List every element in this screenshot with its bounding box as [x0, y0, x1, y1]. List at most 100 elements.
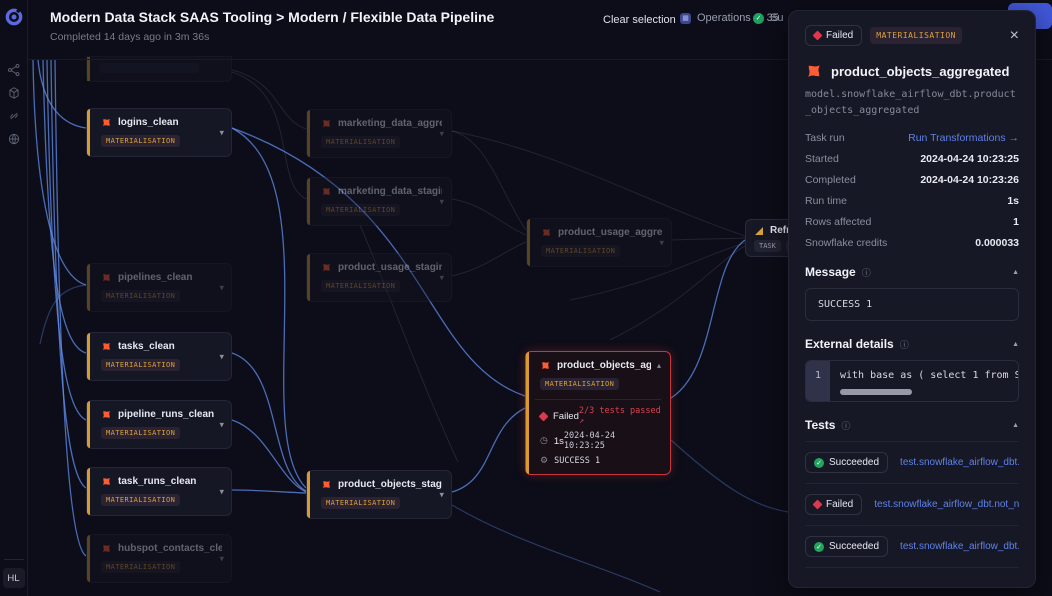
dbt-icon	[99, 407, 115, 423]
dbt-icon	[99, 115, 115, 131]
node-product-usage-aggregated[interactable]: product_usage_aggregated ▾ MATERIALISATI…	[526, 218, 672, 267]
horizontal-scrollbar[interactable]	[840, 389, 912, 395]
test-link[interactable]: test.snowflake_airflow_dbt.not_null_pr	[874, 499, 1019, 510]
dbt-icon	[99, 541, 115, 557]
chevron-down-icon[interactable]: ▾	[219, 553, 224, 564]
collapse-icon[interactable]: ▲	[1012, 341, 1019, 348]
collapse-icon[interactable]: ▲	[1012, 269, 1019, 276]
chevron-up-icon[interactable]: ▴	[657, 361, 661, 370]
detail-value: 0.000033	[975, 237, 1019, 249]
dbt-icon	[319, 116, 335, 132]
sidebar: HL	[0, 0, 28, 596]
node-label: pipeline_runs_clean	[118, 409, 214, 420]
chevron-down-icon[interactable]: ▾	[439, 196, 444, 207]
node-status: Failed	[553, 411, 579, 422]
detail-label: Started	[805, 153, 839, 165]
close-icon[interactable]: ×	[1010, 28, 1019, 44]
clear-selection-button[interactable]: Clear selection	[603, 14, 676, 26]
sidebar-divider	[4, 559, 24, 560]
failed-diamond-icon	[539, 411, 549, 421]
materialisation-badge: MATERIALISATION	[540, 378, 619, 390]
node-label: logins_clean	[118, 117, 179, 128]
detail-label: Rows affected	[805, 216, 871, 228]
node-timestamp: 2024-04-24 10:23:25	[564, 431, 661, 451]
collapse-icon[interactable]: ▲	[1012, 422, 1019, 429]
materialisation-badge: MATERIALISATION	[101, 427, 180, 439]
node-task-runs-clean[interactable]: task_runs_clean ▾ MATERIALISATION	[86, 467, 232, 516]
run-status-subtitle: Completed 14 days ago in 3m 36s	[50, 31, 209, 43]
materialisation-badge: MATERIALISATION	[321, 204, 400, 216]
node-marketing-data-staging[interactable]: marketing_data_staging ▾ MATERIALISATION	[306, 177, 452, 226]
node-product-usage-staging[interactable]: product_usage_staging ▾ MATERIALISATION	[306, 253, 452, 302]
chevron-down-icon[interactable]: ▾	[439, 489, 444, 500]
failed-diamond-icon	[813, 31, 823, 41]
node-label: hubspot_contacts_clean	[118, 543, 222, 554]
tests-summary-link[interactable]: 2/3 tests passed ↗	[579, 406, 661, 426]
test-row: Failed test.snowflake_airflow_dbt.not_nu…	[805, 484, 1019, 526]
node-tasks-clean[interactable]: tasks_clean ▾ MATERIALISATION	[86, 332, 232, 381]
chevron-down-icon[interactable]: ▾	[659, 237, 664, 248]
chevron-down-icon[interactable]: ▾	[219, 486, 224, 497]
tests-heading: Tests	[805, 418, 835, 432]
check-circle-icon: ✓	[753, 13, 764, 24]
materialisation-badge: MATERIALISATION	[321, 280, 400, 292]
detail-label: Task run	[805, 132, 845, 144]
task-badge: TASK	[754, 240, 781, 252]
user-avatar[interactable]: HL	[3, 568, 25, 588]
gear-icon: ⚙	[540, 456, 548, 466]
operations-icon: ▦	[680, 13, 691, 24]
node-product-objects-staging[interactable]: product_objects_staging ▾ MATERIALISATIO…	[306, 470, 452, 519]
info-icon[interactable]: ⓘ	[841, 419, 850, 432]
chevron-down-icon[interactable]: ▾	[219, 351, 224, 362]
test-link[interactable]: test.snowflake_airflow_dbt.unique_pro	[900, 457, 1019, 468]
detail-label: Run time	[805, 195, 847, 207]
info-icon[interactable]: ⓘ	[862, 266, 871, 279]
globe-icon[interactable]	[7, 132, 21, 146]
materialisation-badge: MATERIALISATION	[101, 290, 180, 302]
test-link[interactable]: test.snowflake_airflow_dbt.not_null_pr	[900, 541, 1019, 552]
chevron-down-icon[interactable]: ▾	[219, 419, 224, 430]
node-label: pipelines_clean	[118, 272, 192, 283]
details-panel: Failed MATERIALISATION × product_objects…	[788, 10, 1036, 588]
succeeded-filter-chip[interactable]: ✓ Su	[753, 12, 783, 24]
node-label: product_usage_aggregated	[558, 227, 662, 238]
succeeded-label: Su	[770, 12, 783, 24]
detail-value: 2024-04-24 10:23:26	[920, 174, 1019, 186]
chevron-down-icon[interactable]: ▾	[219, 282, 224, 293]
test-status-badge: ✓ Succeeded	[805, 536, 888, 557]
link-icon[interactable]	[7, 109, 21, 123]
node-logins-clean[interactable]: logins_clean ▾ MATERIALISATION	[86, 108, 232, 157]
chevron-down-icon[interactable]: ▾	[439, 128, 444, 139]
node-label: marketing_data_staging	[338, 186, 442, 197]
node-pipelines-clean[interactable]: pipelines_clean ▾ MATERIALISATION	[86, 263, 232, 312]
node-divider	[535, 399, 661, 400]
test-row: ✓ Succeeded test.snowflake_airflow_dbt.n…	[805, 526, 1019, 568]
page-title: Modern Data Stack SAAS Tooling > Modern …	[50, 9, 494, 25]
materialisation-badge: MATERIALISATION	[101, 359, 180, 371]
node-pipeline-runs-clean[interactable]: pipeline_runs_clean ▾ MATERIALISATION	[86, 400, 232, 449]
cube-icon[interactable]	[7, 86, 21, 100]
dbt-icon	[319, 184, 335, 200]
detail-value: 1	[1013, 216, 1019, 228]
message-content: SUCCESS 1	[805, 288, 1019, 321]
code-line: with base as ( select 1 from SNOWFLAKE	[840, 370, 1018, 381]
pipeline-graph-icon[interactable]	[7, 63, 21, 77]
chevron-down-icon[interactable]: ▾	[219, 127, 224, 138]
clock-icon: ◷	[540, 436, 548, 446]
detail-label: Snowflake credits	[805, 237, 887, 249]
node-ghost-badge	[99, 63, 199, 73]
node-marketing-data-aggregated[interactable]: marketing_data_aggregated ▾ MATERIALISAT…	[306, 109, 452, 158]
chevron-down-icon[interactable]: ▾	[439, 272, 444, 283]
run-details: Task run Run Transformations → Started 202…	[805, 132, 1019, 249]
run-transformations-link[interactable]: Run Transformations →	[908, 132, 1019, 144]
materialisation-badge: MATERIALISATION	[870, 27, 962, 44]
orchestra-logo	[4, 7, 24, 27]
node-label: product_objects_aggregated	[557, 360, 651, 371]
node-message: SUCCESS 1	[554, 456, 600, 466]
node-product-objects-aggregated-selected[interactable]: product_objects_aggregated ▴ MATERIALISA…	[525, 351, 671, 475]
node-hubspot-contacts-clean[interactable]: hubspot_contacts_clean ▾ MATERIALISATION	[86, 534, 232, 583]
node-label: product_objects_staging	[338, 479, 442, 490]
node-label: marketing_data_aggregated	[338, 118, 442, 129]
info-icon[interactable]: ⓘ	[900, 338, 909, 351]
test-status-badge: ✓ Succeeded	[805, 452, 888, 473]
